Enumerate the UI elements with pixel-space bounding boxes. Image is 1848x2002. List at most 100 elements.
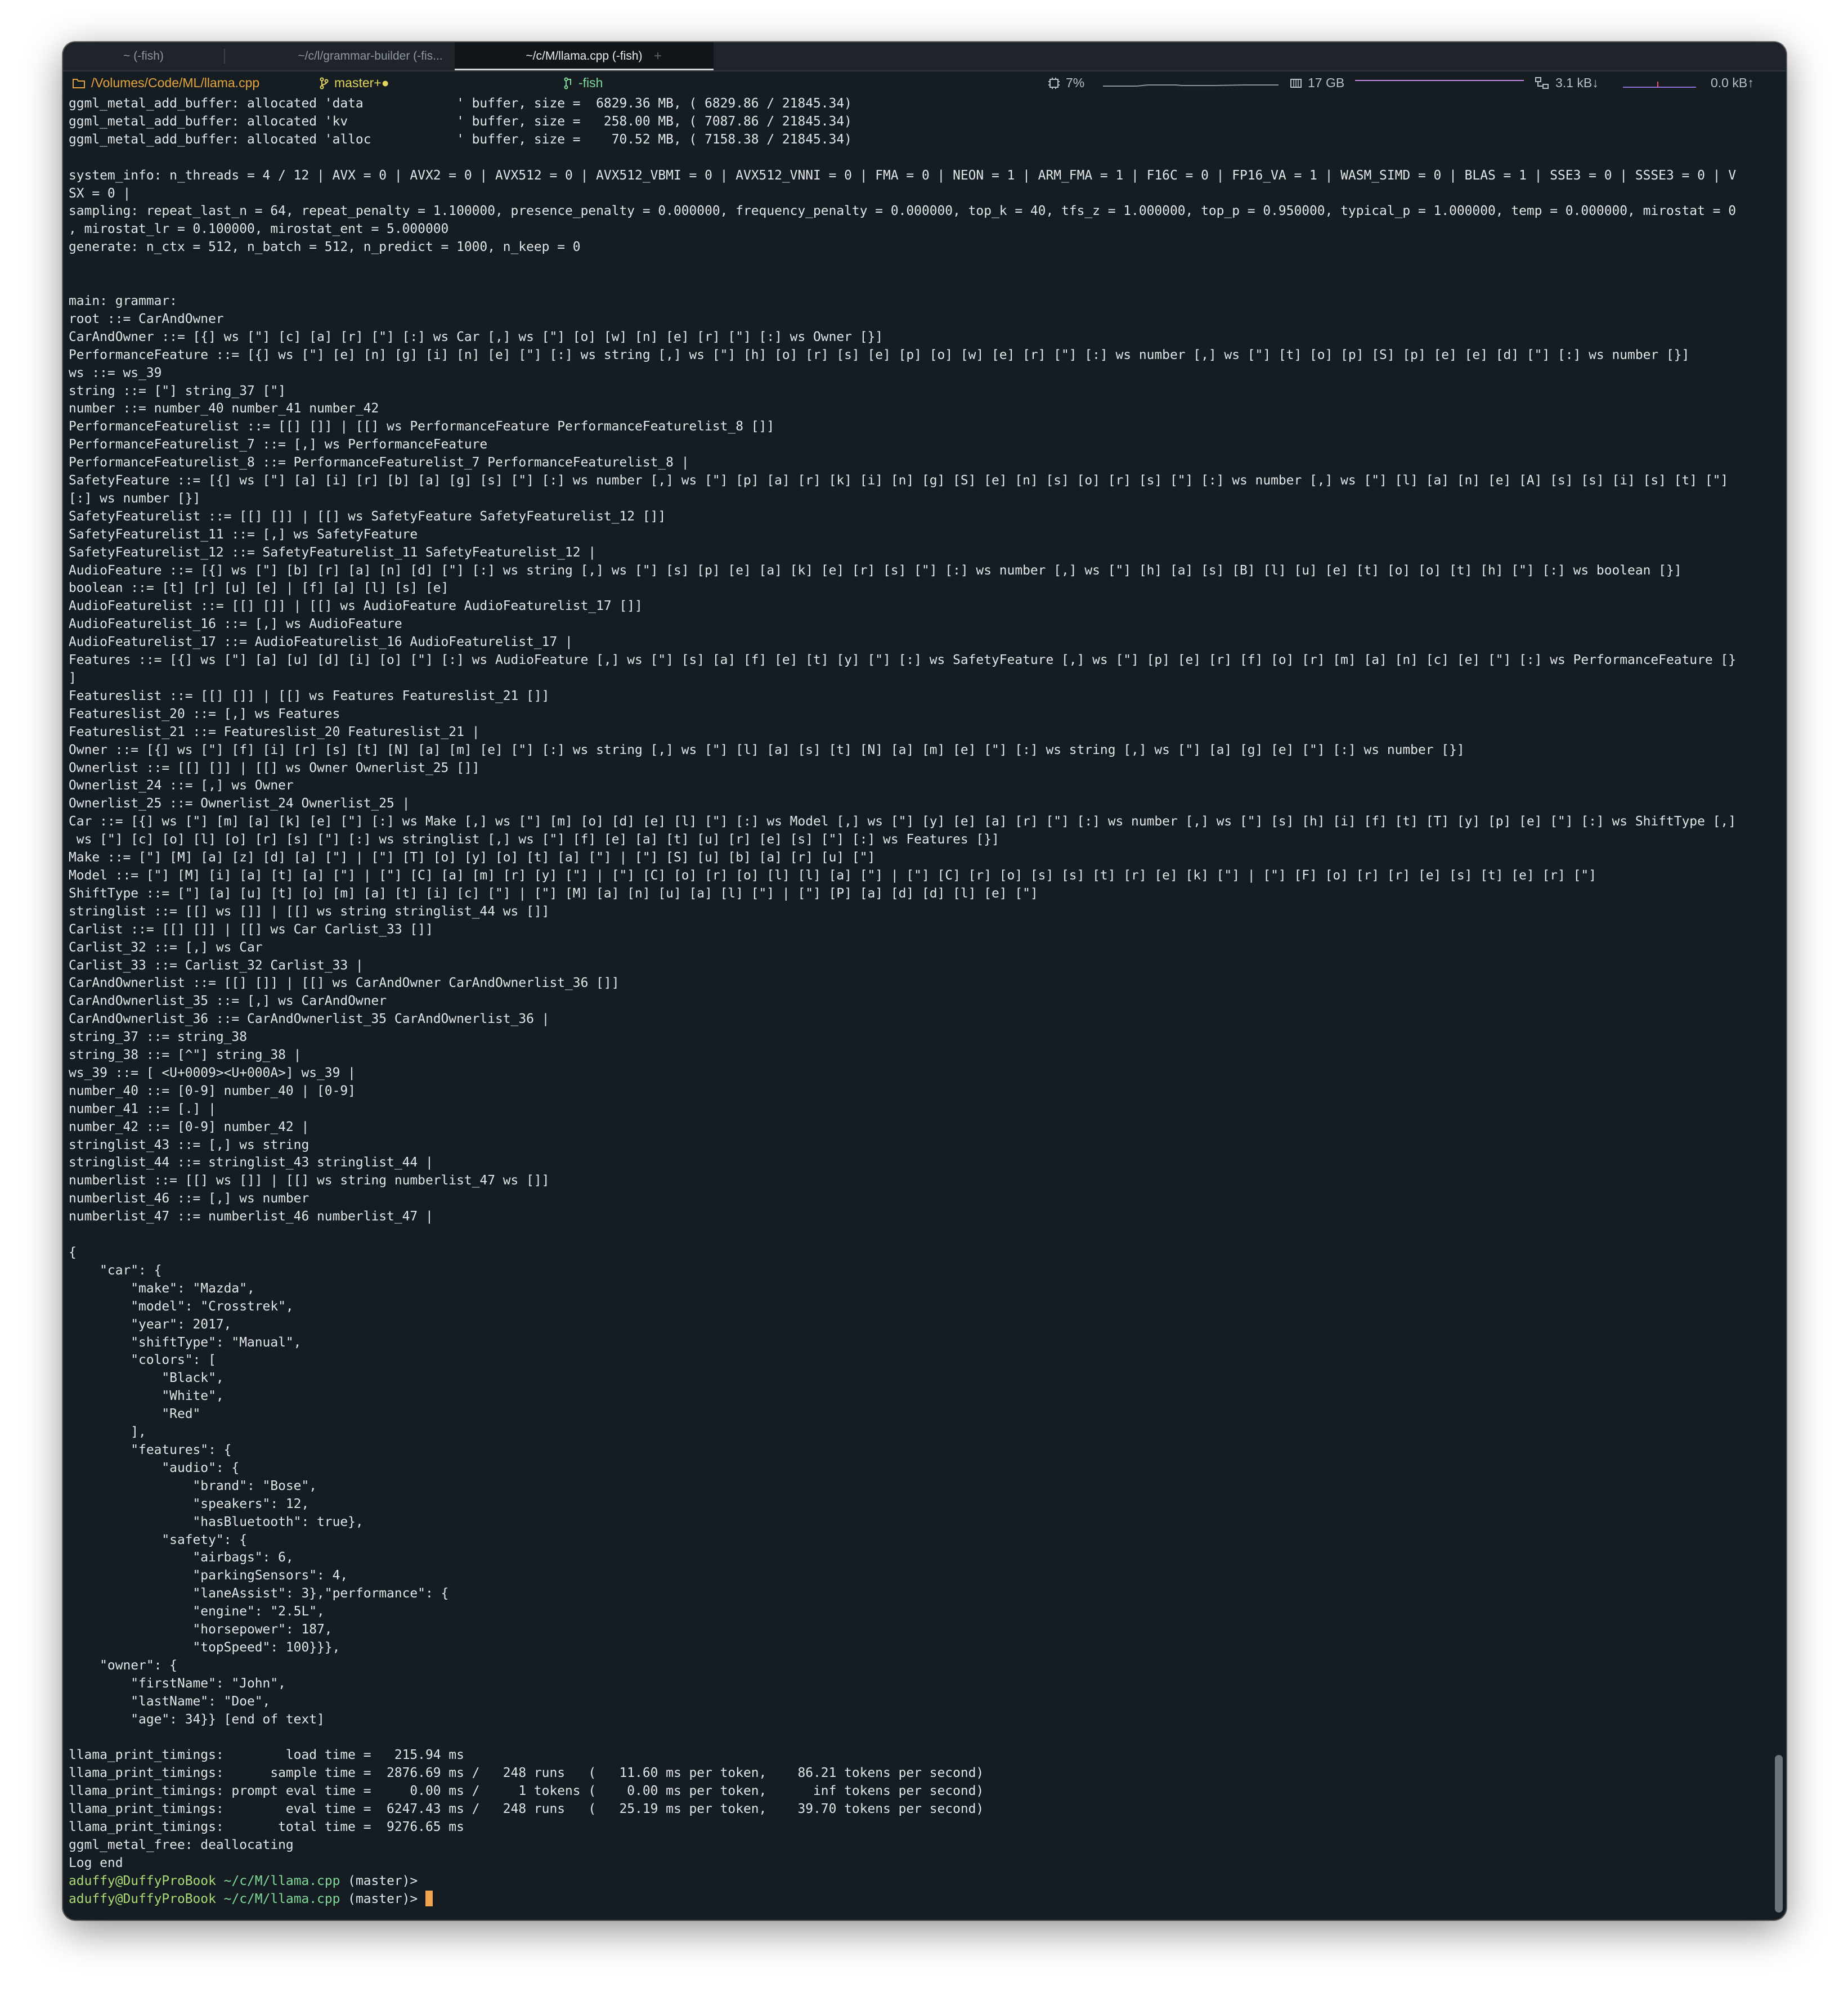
terminal-line: number_42 ::= [0-9] number_42 | — [69, 1119, 310, 1134]
terminal-line: Make ::= ["] [M] [a] [z] [d] [a] ["] | [… — [69, 850, 876, 865]
memory-icon — [1290, 71, 1302, 94]
scrollbar[interactable] — [1775, 95, 1783, 1913]
prompt-path: ~/c/M/llama.cpp — [223, 1891, 340, 1906]
terminal-line: ggml_metal_free: deallocating — [69, 1837, 294, 1852]
terminal-line: SafetyFeaturelist ::= [[] []] | [[] ws S… — [69, 509, 666, 524]
terminal-line: "year": 2017, — [69, 1317, 232, 1332]
terminal-line: AudioFeaturelist_16 ::= [,] ws AudioFeat… — [69, 617, 402, 632]
tab-home[interactable]: ~ (-fish) — [63, 42, 224, 70]
terminal-line: PerformanceFeature ::= [{] ws ["] [e] [n… — [69, 347, 1690, 362]
terminal-line: stringlist_44 ::= stringlist_43 stringli… — [69, 1155, 433, 1170]
terminal-line: number_41 ::= [.] | — [69, 1101, 216, 1116]
terminal-line: "White", — [69, 1389, 224, 1404]
tab-llama-cpp[interactable]: ~/c/M/llama.cpp (-fish) — [455, 42, 714, 70]
git-segment: master+● — [320, 71, 389, 94]
terminal-line: llama_print_timings: load time = 215.94 … — [69, 1748, 464, 1763]
terminal-line: numberlist_47 ::= numberlist_46 numberli… — [69, 1209, 433, 1224]
terminal-line: "parkingSensors": 4, — [69, 1568, 348, 1583]
terminal-line: "Red" — [69, 1407, 201, 1422]
terminal-line: "Black", — [69, 1371, 224, 1386]
terminal-line: "topSpeed": 100}}}, — [69, 1640, 340, 1655]
network-sparkline — [1623, 82, 1696, 88]
network-down-segment: 3.1 kB↓ — [1535, 71, 1599, 94]
terminal-line: generate: n_ctx = 512, n_batch = 512, n_… — [69, 240, 581, 255]
terminal-line: ws ["] [c] [o] [l] [o] [r] [s] ["] [:] w… — [69, 832, 999, 847]
prompt-path: ~/c/M/llama.cpp — [223, 1873, 340, 1888]
terminal-line: number_40 ::= [0-9] number_40 | [0-9] — [69, 1083, 356, 1098]
terminal-line: stringlist_43 ::= [,] ws string — [69, 1137, 310, 1152]
prompt-branch: (master)> — [340, 1873, 425, 1888]
terminal-line: CarAndOwner ::= [{] ws ["] [c] [a] [r] [… — [69, 329, 883, 344]
terminal-line: Features ::= [{] ws ["] [a] [u] [d] [i] … — [69, 653, 1736, 668]
tab-bar: ~ (-fish) ~/c/l/grammar-builder (-fis...… — [63, 42, 1786, 71]
terminal-line: ] — [69, 671, 77, 685]
terminal-line: "shiftType": "Manual", — [69, 1335, 302, 1350]
network-icon — [1535, 71, 1550, 94]
terminal-line: ShiftType ::= ["] [a] [u] [t] [o] [m] [a… — [69, 886, 1038, 901]
memory-segment: 17 GB — [1290, 71, 1344, 94]
terminal-line: AudioFeaturelist_17 ::= AudioFeaturelist… — [69, 635, 573, 650]
new-tab-button[interactable]: + — [654, 42, 662, 70]
terminal-line: PerformanceFeaturelist ::= [[] []] | [[]… — [69, 419, 775, 434]
terminal-line: ggml_metal_add_buffer: allocated 'data '… — [69, 96, 852, 111]
terminal-line: "airbags": 6, — [69, 1550, 294, 1565]
terminal-line: "lastName": "Doe", — [69, 1694, 271, 1709]
terminal-line: Carlist_33 ::= Carlist_32 Carlist_33 | — [69, 958, 364, 973]
terminal-line: string ::= ["] string_37 ["] — [69, 383, 286, 398]
terminal-line: "safety": { — [69, 1532, 247, 1547]
terminal-line: SafetyFeature ::= [{] ws ["] [a] [i] [r]… — [69, 473, 1729, 488]
terminal-line: llama_print_timings: sample time = 2876.… — [69, 1766, 984, 1781]
terminal-line: PerformanceFeaturelist_8 ::= Performance… — [69, 455, 689, 470]
terminal-line: "make": "Mazda", — [69, 1281, 255, 1296]
git-branch-label: master+● — [334, 75, 389, 90]
terminal-line: Featureslist ::= [[] []] | [[] ws Featur… — [69, 688, 550, 703]
scrollbar-thumb[interactable] — [1775, 1755, 1783, 1913]
memory-usage: 17 GB — [1308, 75, 1345, 90]
terminal-line: CarAndOwnerlist_35 ::= [,] ws CarAndOwne… — [69, 994, 387, 1009]
terminal-line: "brand": "Bose", — [69, 1478, 317, 1493]
memory-sparkline — [1355, 80, 1524, 81]
terminal-line: "audio": { — [69, 1460, 240, 1475]
process-icon — [564, 71, 573, 94]
cpu-segment: 7% — [1048, 71, 1084, 94]
terminal-output[interactable]: ggml_metal_add_buffer: allocated 'data '… — [69, 95, 1768, 1913]
network-down-rate: 3.1 kB↓ — [1555, 75, 1599, 90]
terminal-line: Featureslist_20 ::= [,] ws Features — [69, 706, 340, 721]
terminal-line: Model ::= ["] [M] [i] [a] [t] [a] ["] | … — [69, 868, 1596, 883]
terminal-line: boolean ::= [t] [r] [u] [e] | [f] [a] [l… — [69, 581, 449, 596]
terminal-line: CarAndOwnerlist ::= [[] []] | [[] ws Car… — [69, 976, 620, 991]
terminal-line: Log end — [69, 1855, 123, 1870]
terminal-line: "horsepower": 187, — [69, 1622, 333, 1637]
prompt-user: aduffy@DuffyProBook — [69, 1891, 216, 1906]
terminal-line: number ::= number_40 number_41 number_42 — [69, 401, 379, 416]
terminal-line: ws ::= ws_39 — [69, 365, 162, 380]
terminal-line: AudioFeaturelist ::= [[] []] | [[] ws Au… — [69, 599, 643, 614]
terminal-window: ~ (-fish) ~/c/l/grammar-builder (-fis...… — [63, 42, 1786, 1920]
process-label: -fish — [578, 75, 603, 90]
terminal-line: "engine": "2.5L", — [69, 1604, 325, 1619]
terminal-line: "firstName": "John", — [69, 1676, 286, 1691]
network-up-rate: 0.0 kB↑ — [1711, 75, 1754, 90]
terminal-line: stringlist ::= [[] ws []] | [[] ws strin… — [69, 904, 550, 919]
terminal-line: { — [69, 1245, 77, 1260]
cpu-sparkline — [1103, 84, 1279, 87]
terminal-line: Carlist_32 ::= [,] ws Car — [69, 940, 263, 955]
terminal-line: root ::= CarAndOwner — [69, 311, 224, 326]
terminal-line: system_info: n_threads = 4 / 12 | AVX = … — [69, 168, 1736, 183]
terminal-line: "colors": [ — [69, 1353, 216, 1368]
terminal-line: sampling: repeat_last_n = 64, repeat_pen… — [69, 204, 1736, 219]
terminal-line: Car ::= [{] ws ["] [m] [a] [k] [e] ["] [… — [69, 814, 1736, 829]
terminal-line: ], — [69, 1425, 146, 1440]
terminal-line: Carlist ::= [[] []] | [[] ws Car Carlist… — [69, 922, 433, 937]
terminal-line: "age": 34}} [end of text] — [69, 1712, 325, 1727]
terminal-line: "speakers": 12, — [69, 1496, 310, 1511]
status-bar: /Volumes/Code/ML/llama.cpp master+● -fis… — [63, 71, 1786, 94]
terminal-line: PerformanceFeaturelist_7 ::= [,] ws Perf… — [69, 437, 488, 452]
terminal-line: "owner": { — [69, 1658, 177, 1673]
network-up-segment: 0.0 kB↑ — [1711, 71, 1754, 94]
